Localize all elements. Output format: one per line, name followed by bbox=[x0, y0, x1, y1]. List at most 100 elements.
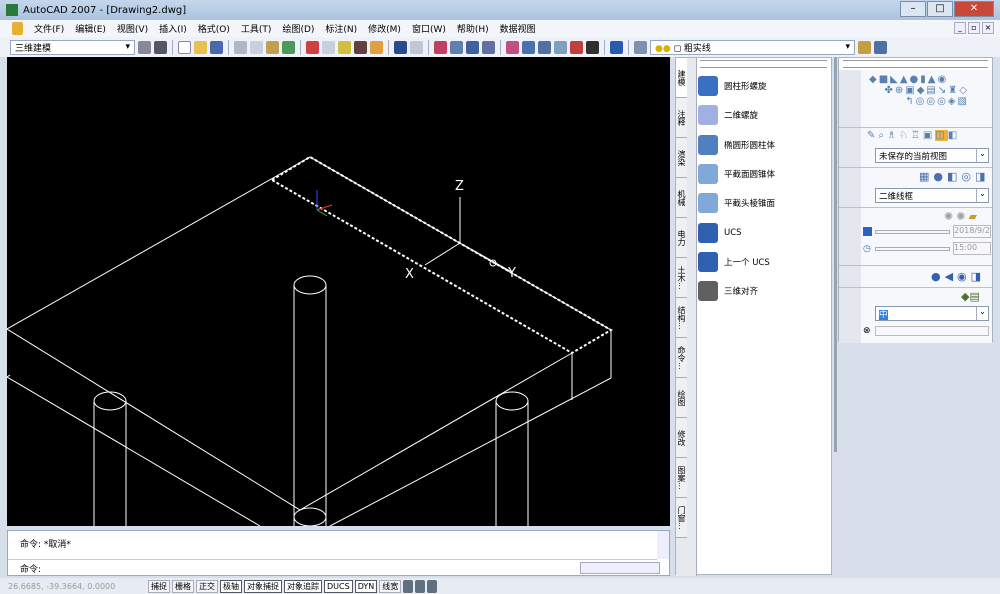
layer-select[interactable]: ●● ◻ 粗实线▾ bbox=[650, 40, 855, 55]
status-toggle[interactable]: 对象追踪 bbox=[284, 580, 322, 593]
calculator-icon[interactable] bbox=[586, 41, 599, 54]
save-icon[interactable] bbox=[210, 41, 223, 54]
menu-item[interactable]: 插入(I) bbox=[159, 22, 187, 35]
tool-icon bbox=[698, 281, 718, 301]
palette-tool[interactable]: 圆柱形螺旋 bbox=[698, 72, 767, 100]
new-icon[interactable] bbox=[178, 41, 191, 54]
palette-tab[interactable]: 命令... bbox=[676, 338, 687, 378]
menu-item[interactable]: 数据视图 bbox=[500, 22, 536, 35]
status-toggle[interactable]: 捕捉 bbox=[148, 580, 170, 593]
properties-icon[interactable] bbox=[506, 41, 519, 54]
palette-tab[interactable]: 修改 bbox=[676, 418, 687, 458]
status-toggle[interactable]: 对象捕捉 bbox=[244, 580, 282, 593]
publish-icon[interactable] bbox=[266, 41, 279, 54]
menu-item[interactable]: 视图(V) bbox=[117, 22, 148, 35]
close-button[interactable]: ✕ bbox=[954, 1, 994, 17]
drawing-canvas[interactable]: Z X Y bbox=[7, 57, 670, 526]
palette-tab[interactable]: 机械 bbox=[676, 178, 687, 218]
model-icon[interactable] bbox=[403, 580, 413, 593]
palette-tab[interactable]: 渲染 bbox=[676, 138, 687, 178]
view-select[interactable]: 未保存的当前视图⌄ bbox=[875, 148, 989, 163]
status-toggle[interactable]: 栅格 bbox=[172, 580, 194, 593]
palette-tab[interactable]: 门窗... bbox=[676, 498, 687, 538]
doc-close-button[interactable]: × bbox=[982, 22, 994, 34]
date-field[interactable]: 2018/9/2 bbox=[953, 225, 991, 238]
copy-icon[interactable] bbox=[322, 41, 335, 54]
tray-icon[interactable] bbox=[427, 580, 437, 593]
palette-tool[interactable]: 平截头棱锥面 bbox=[698, 189, 775, 217]
zoom-previous-icon[interactable] bbox=[482, 41, 495, 54]
palette-tool[interactable]: 上一个 UCS bbox=[698, 248, 770, 276]
tool-label: 平截面圆锥体 bbox=[724, 168, 775, 180]
palette-tool[interactable]: 二维螺旋 bbox=[698, 101, 758, 129]
layer-previous-icon[interactable] bbox=[874, 41, 887, 54]
menu-item[interactable]: 绘图(D) bbox=[282, 22, 314, 35]
workspace-save-icon[interactable] bbox=[154, 41, 167, 54]
workspace-settings-icon[interactable] bbox=[138, 41, 151, 54]
match-properties-icon[interactable] bbox=[354, 41, 367, 54]
palette-tool[interactable]: 三维对齐 bbox=[698, 277, 758, 305]
menu-item[interactable]: 帮助(H) bbox=[457, 22, 489, 35]
palette-tab[interactable]: 土木... bbox=[676, 258, 687, 298]
pan-icon[interactable] bbox=[434, 41, 447, 54]
sheet-set-icon[interactable] bbox=[554, 41, 567, 54]
menu-item[interactable]: 编辑(E) bbox=[75, 22, 106, 35]
help-icon[interactable] bbox=[610, 41, 623, 54]
menu-item[interactable]: 标注(N) bbox=[325, 22, 357, 35]
app-menu-icon[interactable] bbox=[12, 22, 23, 35]
status-toggle[interactable]: 极轴 bbox=[220, 580, 242, 593]
menu-item[interactable]: 文件(F) bbox=[34, 22, 64, 35]
palette-tab[interactable]: 结构... bbox=[676, 298, 687, 338]
palette-tab[interactable]: 注释 bbox=[676, 98, 687, 138]
layer-manager-icon[interactable] bbox=[634, 41, 647, 54]
open-icon[interactable] bbox=[194, 41, 207, 54]
minimize-button[interactable]: – bbox=[900, 1, 926, 17]
zoom-window-icon[interactable] bbox=[466, 41, 479, 54]
status-toggle[interactable]: DUCS bbox=[324, 580, 353, 593]
design-center-icon[interactable] bbox=[522, 41, 535, 54]
web-icon[interactable] bbox=[282, 41, 295, 54]
palette-tool[interactable]: UCS bbox=[698, 219, 742, 247]
doc-restore-button[interactable]: ▫ bbox=[968, 22, 980, 34]
tool-palettes-icon[interactable] bbox=[538, 41, 551, 54]
palette-tab[interactable]: 图案... bbox=[676, 458, 687, 498]
time-field[interactable]: 15:00 bbox=[953, 242, 991, 255]
markup-icon[interactable] bbox=[570, 41, 583, 54]
workspace-select[interactable]: 三维建模▾ bbox=[10, 40, 135, 55]
visual-style-select[interactable]: 二维线框⌄ bbox=[875, 188, 989, 203]
command-line[interactable]: 命令: *取消* 命令: bbox=[7, 530, 670, 576]
undo-icon[interactable] bbox=[394, 41, 407, 54]
menu-item[interactable]: 工具(T) bbox=[241, 22, 272, 35]
doc-minimize-button[interactable]: _ bbox=[954, 22, 966, 34]
make-current-layer-icon[interactable] bbox=[858, 41, 871, 54]
block-editor-icon[interactable] bbox=[370, 41, 383, 54]
print-icon[interactable] bbox=[234, 41, 247, 54]
palette-tool[interactable]: 椭圆形圆柱体 bbox=[698, 131, 775, 159]
palette-titlebar[interactable] bbox=[700, 60, 827, 68]
palette-tab[interactable]: 绘图 bbox=[676, 378, 687, 418]
time-slider[interactable] bbox=[875, 247, 950, 251]
menu-item[interactable]: 窗口(W) bbox=[412, 22, 446, 35]
status-toggle[interactable]: 正交 bbox=[196, 580, 218, 593]
tool-icon bbox=[698, 76, 718, 96]
menu-item[interactable]: 修改(M) bbox=[368, 22, 401, 35]
command-scrollbar[interactable] bbox=[657, 531, 669, 559]
status-toggle[interactable]: DYN bbox=[355, 580, 378, 593]
palette-tab[interactable]: 电力 bbox=[676, 218, 687, 258]
date-slider[interactable] bbox=[875, 230, 950, 234]
paste-icon[interactable] bbox=[338, 41, 351, 54]
palette-tab[interactable]: 建模 bbox=[676, 58, 687, 98]
zoom-realtime-icon[interactable] bbox=[450, 41, 463, 54]
redo-icon[interactable] bbox=[410, 41, 423, 54]
maximize-button[interactable]: □ bbox=[927, 1, 953, 17]
menu-item[interactable]: 格式(O) bbox=[198, 22, 230, 35]
preview-icon[interactable] bbox=[250, 41, 263, 54]
dashboard-titlebar[interactable] bbox=[843, 60, 988, 68]
material-select[interactable]: 中⌄ bbox=[875, 306, 989, 321]
paper-icon[interactable] bbox=[415, 580, 425, 593]
palette-tool[interactable]: 平截面圆锥体 bbox=[698, 160, 775, 188]
cut-icon[interactable] bbox=[306, 41, 319, 54]
status-toggle[interactable]: 线宽 bbox=[379, 580, 401, 593]
visual-style-value: 二维线框 bbox=[879, 192, 913, 202]
horizontal-scrollbar[interactable] bbox=[580, 562, 660, 574]
